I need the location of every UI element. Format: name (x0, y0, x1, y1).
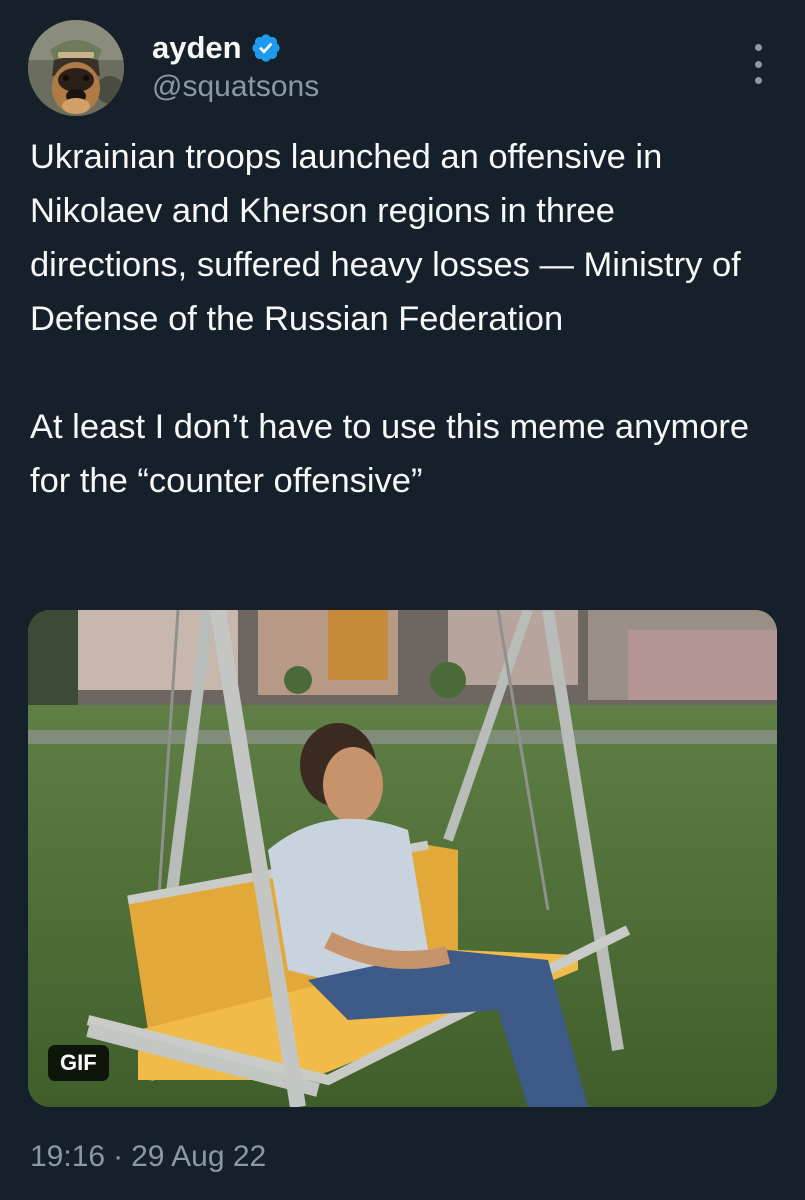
timestamp-separator: · (113, 1140, 124, 1173)
tweet-date[interactable]: 29 Aug 22 (131, 1140, 266, 1173)
verified-badge-icon (251, 34, 280, 62)
tweet-paragraph-2: At least I don’t have to use this meme a… (30, 408, 750, 500)
tweet-paragraph-1: Ukrainian troops launched an offensive i… (30, 138, 741, 338)
gif-badge: GIF (48, 1045, 109, 1081)
author-name-row: ayden (152, 26, 282, 70)
more-dot (754, 60, 762, 68)
tweet-time[interactable]: 19:16 (30, 1140, 105, 1173)
author-handle[interactable]: @squatsons (152, 70, 319, 104)
more-dot (754, 44, 762, 51)
dog-avatar-icon (28, 20, 124, 116)
gif-thumbnail-image (28, 610, 777, 1107)
tweet-header: ayden @squatsons (28, 20, 778, 120)
tweet-timestamp: 19:16 · 29 Aug 22 (30, 1140, 266, 1174)
tweet-text: Ukrainian troops launched an offensive i… (30, 130, 780, 508)
more-options-icon[interactable] (752, 44, 764, 84)
tweet-media-gif[interactable]: GIF (28, 610, 777, 1107)
author-display-name[interactable]: ayden (152, 30, 242, 66)
more-dot (754, 77, 762, 84)
avatar[interactable] (28, 20, 124, 116)
